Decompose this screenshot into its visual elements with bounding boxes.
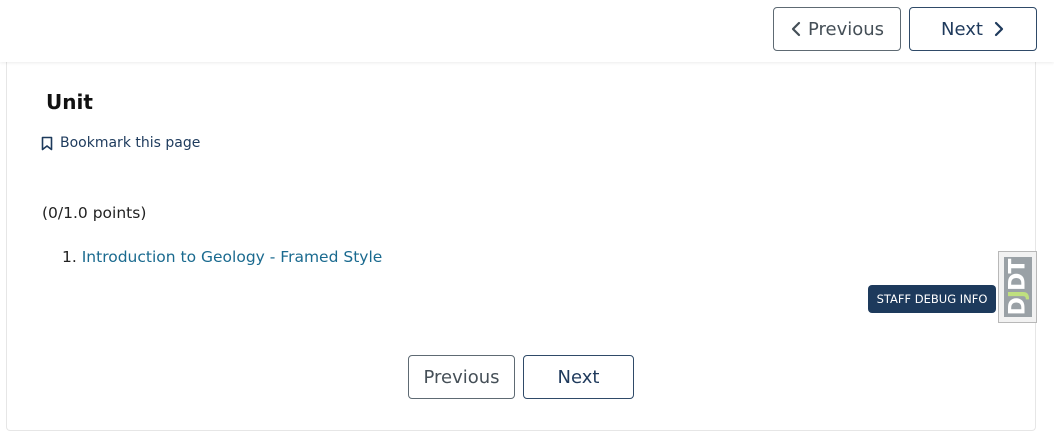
djdt-logo-text: DJDT: [1005, 259, 1031, 315]
previous-button[interactable]: Previous: [773, 7, 901, 51]
staff-debug-info-button[interactable]: STAFF DEBUG INFO: [868, 285, 996, 313]
bookmark-button[interactable]: Bookmark this page: [41, 135, 200, 151]
next-button[interactable]: Next: [909, 7, 1037, 51]
problem-points: (0/1.0 points): [42, 204, 147, 222]
next-button-label: Next: [941, 18, 983, 40]
unit-title: Unit: [46, 90, 93, 114]
chevron-left-icon: [791, 21, 801, 37]
bookmark-icon: [41, 136, 53, 150]
bottom-previous-button[interactable]: Previous: [408, 355, 515, 399]
problem-link[interactable]: Introduction to Geology - Framed Style: [82, 248, 383, 266]
previous-button-label: Previous: [807, 18, 885, 40]
problem-number: 1.: [62, 248, 77, 266]
chevron-right-icon: [994, 21, 1004, 37]
djdt-logo: DJDT: [1004, 257, 1032, 317]
bottom-next-button[interactable]: Next: [523, 355, 634, 399]
unit-content-card: [6, 50, 1036, 431]
sequence-nav-bar: Previous Next: [0, 0, 1054, 62]
bookmark-label: Bookmark this page: [60, 135, 201, 151]
django-debug-toolbar-handle[interactable]: DJDT: [998, 251, 1037, 323]
problem-list: 1. Introduction to Geology - Framed Styl…: [62, 248, 382, 266]
